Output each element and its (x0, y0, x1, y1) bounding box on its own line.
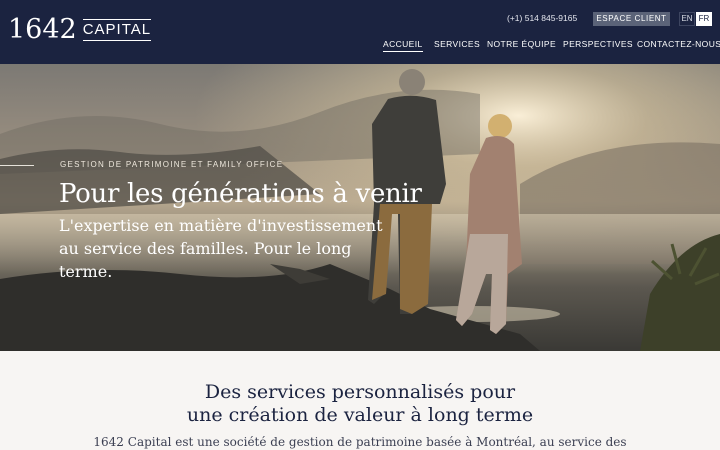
nav-contact[interactable]: CONTACTEZ-NOUS (637, 39, 720, 49)
logo-number: 1642 (8, 14, 77, 45)
lang-en-button[interactable]: EN (679, 12, 695, 26)
services-title-line-1: Des services personnalisés pour (204, 381, 516, 403)
services-section: Des services personnalisés pour une créa… (0, 351, 720, 450)
hero-accent-line (0, 165, 34, 166)
nav-team[interactable]: NOTRE ÉQUIPE (487, 39, 556, 49)
logo-word: CAPITAL (82, 19, 152, 41)
logo[interactable]: 1642 CAPITAL (8, 14, 152, 46)
site-header: 1642 CAPITAL (+1) 514 845-9165 ESPACE CL… (0, 0, 720, 64)
services-body: 1642 Capital est une société de gestion … (93, 435, 627, 449)
hero-title: Pour les générations à venir (59, 179, 422, 209)
nav-home[interactable]: ACCUEIL (383, 39, 423, 52)
hero-section: GESTION DE PATRIMOINE ET FAMILY OFFICE P… (0, 64, 720, 351)
services-title: Des services personnalisés pour une créa… (0, 381, 720, 427)
lang-fr-button[interactable]: FR (696, 12, 712, 26)
hero-eyebrow: GESTION DE PATRIMOINE ET FAMILY OFFICE (60, 160, 284, 169)
client-space-button[interactable]: ESPACE CLIENT (593, 12, 670, 26)
hero-subtitle: L'expertise en matière d'investissement … (59, 216, 383, 281)
phone-link[interactable]: (+1) 514 845-9165 (507, 13, 577, 23)
nav-services[interactable]: SERVICES (434, 39, 480, 49)
services-title-line-2: une création de valeur à long terme (186, 404, 534, 426)
nav-perspectives[interactable]: PERSPECTIVES (563, 39, 633, 49)
